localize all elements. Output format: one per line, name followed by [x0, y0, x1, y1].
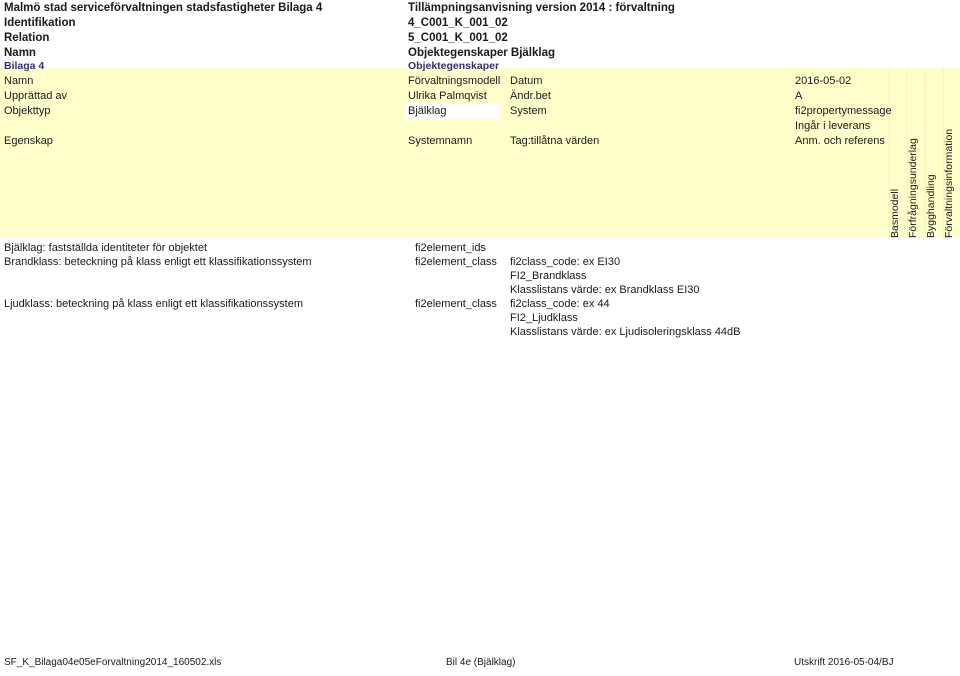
- header-value-identifikation: 4_C001_K_001_02: [408, 17, 508, 29]
- header-label-identifikation: Identifikation: [4, 17, 76, 29]
- footer-sheet-name: Bil 4e (Bjälklag): [446, 657, 516, 668]
- column-header-tag-tillatna-varden: Tag:tillåtna värden: [510, 135, 600, 147]
- document-title: Tillämpningsanvisning version 2014 : för…: [408, 2, 675, 14]
- meta-label-namn: Namn: [4, 75, 34, 87]
- meta-field-value-system: fi2propertymessage: [795, 105, 892, 117]
- column-header-forvaltningsinformation: Förvaltningsinformation: [943, 128, 955, 238]
- column-header-anm-och-referens: Anm. och referens: [795, 135, 885, 147]
- table-row-tag-line: fi2class_code: ex 44: [510, 298, 610, 310]
- table-row-tag-line: fi2class_code: ex EI30: [510, 256, 621, 268]
- meta-field-value-datum: 2016-05-02: [795, 75, 852, 87]
- table-row-systemnamn: fi2element_class: [415, 298, 497, 310]
- column-header-forfragningsunderlag: Förfrågningsunderlag: [907, 138, 919, 238]
- header-value-namn: Objektegenskaper Bjälklag: [408, 47, 556, 59]
- column-header-bygghandling-wrap: Bygghandling: [925, 118, 939, 238]
- header-label-relation: Relation: [4, 32, 50, 44]
- header-label-namn: Namn: [4, 47, 36, 59]
- meta-extra-value-ingar-i-leverans: Ingår i leverans: [795, 120, 871, 132]
- table-row-systemnamn: fi2element_ids: [415, 242, 486, 254]
- meta-field-system: System: [510, 105, 547, 117]
- spreadsheet-page: Malmö stad serviceförvaltningen stadsfas…: [0, 0, 960, 676]
- table-row: Ljudklass: beteckning på klass enligt et…: [4, 298, 303, 310]
- column-header-bygghandling: Bygghandling: [925, 174, 937, 238]
- meta-value-namn: Förvaltningsmodell: [408, 75, 501, 87]
- meta-field-andr-bet: Ändr.bet: [510, 90, 551, 102]
- meta-value-upprattad-av: Ulrika Palmqvist: [408, 90, 487, 102]
- table-row-tag-line: Klasslistans värde: ex Ljudisoleringskla…: [510, 326, 741, 338]
- table-row: Bjälklag: fastställda identiteter för ob…: [4, 242, 208, 254]
- meta-field-datum: Datum: [510, 75, 543, 87]
- organization-title: Malmö stad serviceförvaltningen stadsfas…: [4, 2, 323, 14]
- table-row: Brandklass: beteckning på klass enligt e…: [4, 256, 312, 268]
- column-header-basmodell-wrap: Basmodell: [889, 118, 903, 238]
- header-sub-label-bilaga: Bilaga 4: [4, 60, 45, 72]
- table-row-tag-line: FI2_Ljudklass: [510, 312, 578, 324]
- footer-filename: SF_K_Bilaga04e05eForvaltning2014_160502.…: [4, 657, 222, 668]
- column-header-systemnamn: Systemnamn: [408, 135, 473, 147]
- column-header-forfragningsunderlag-wrap: Förfrågningsunderlag: [907, 118, 921, 238]
- column-header-basmodell: Basmodell: [889, 188, 901, 238]
- header-sub-value-objektegenskaper: Objektegenskaper: [408, 60, 500, 72]
- footer-print-info: Utskrift 2016-05-04/BJ: [794, 657, 894, 668]
- meta-label-objekttyp: Objekttyp: [4, 105, 51, 117]
- table-row-tag-line: Klasslistans värde: ex Brandklass EI30: [510, 284, 700, 296]
- header-value-relation: 5_C001_K_001_02: [408, 32, 508, 44]
- meta-label-upprattad-av: Upprättad av: [4, 90, 67, 102]
- column-header-egenskap: Egenskap: [4, 135, 53, 147]
- table-row-systemnamn: fi2element_class: [415, 256, 497, 268]
- column-header-forvaltningsinformation-wrap: Förvaltningsinformation: [943, 118, 957, 238]
- meta-field-value-andr-bet: A: [795, 90, 803, 102]
- meta-value-objekttyp: Bjälklag: [408, 105, 447, 117]
- table-row-tag-line: FI2_Brandklass: [510, 270, 587, 282]
